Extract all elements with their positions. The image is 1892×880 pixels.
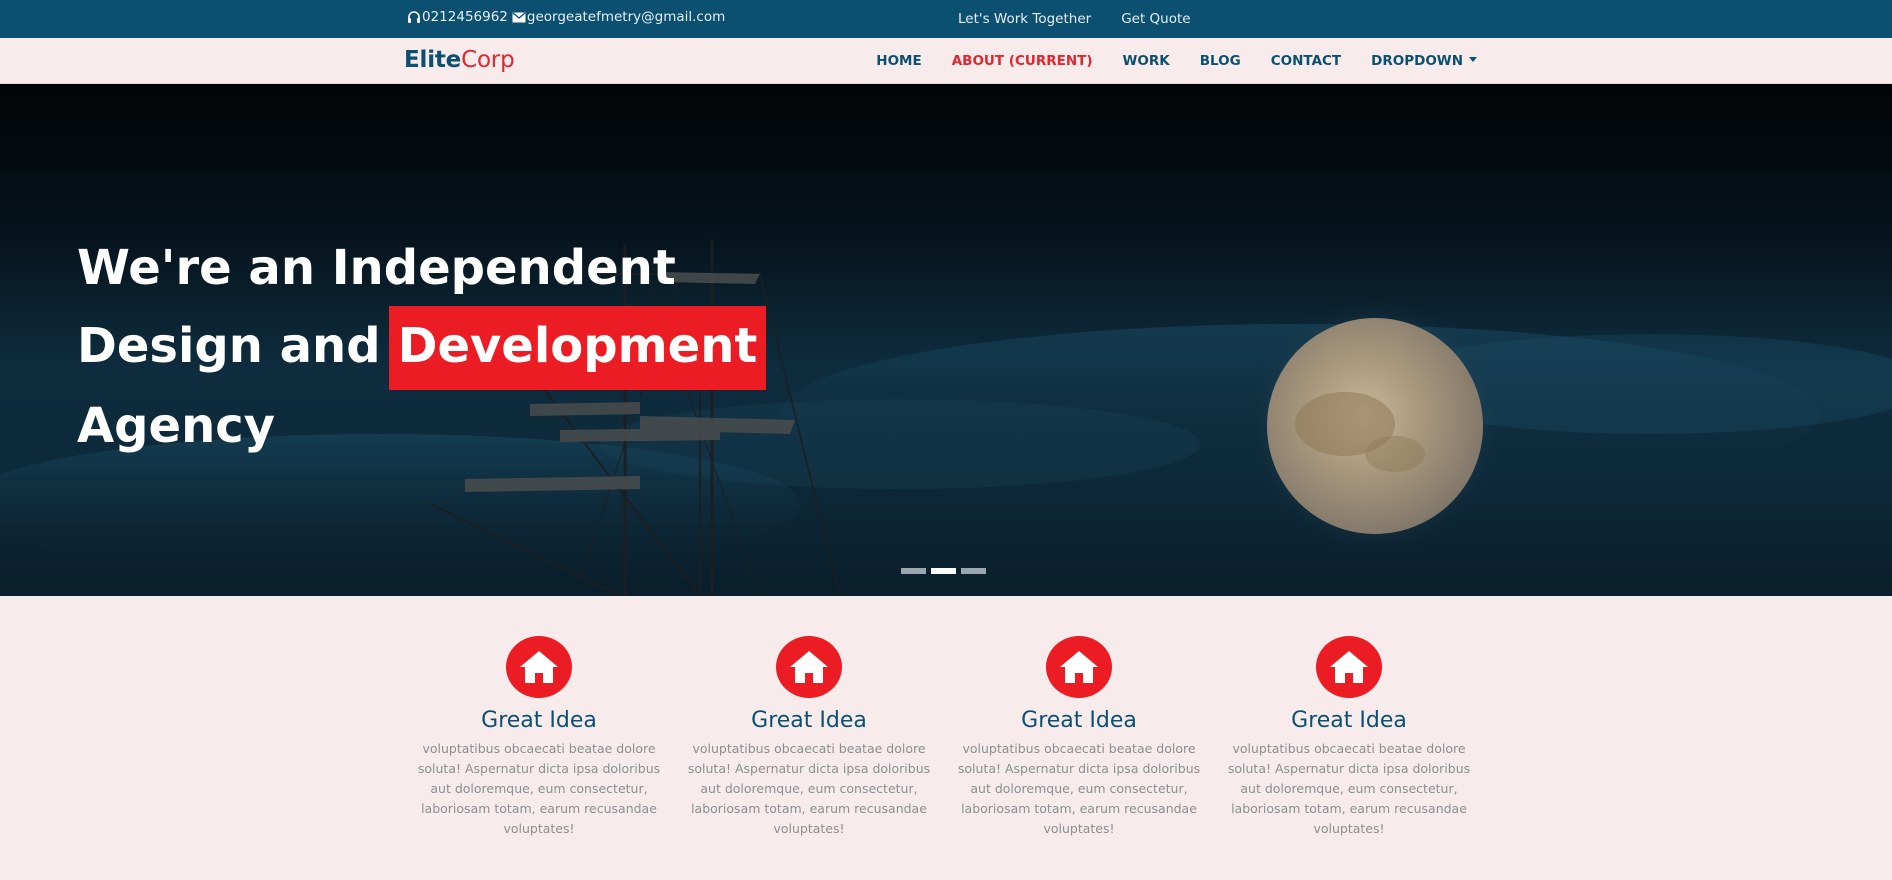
hero-line-1: We're an Independent [77,240,676,296]
carousel-indicator-1[interactable] [901,568,926,574]
feature-card: Great Idea voluptatibus obcaecati beatae… [1214,636,1484,839]
caret-down-icon [1469,56,1477,62]
feature-title: Great Idea [1021,708,1137,733]
nav-item-dropdown[interactable]: DROPDOWN [1371,53,1477,69]
features-row: Great Idea voluptatibus obcaecati beatae… [404,636,1484,839]
brand-part2: Corp [461,47,515,73]
feature-text: voluptatibus obcaecati beatae dolore sol… [1227,741,1471,836]
home-icon [1330,651,1368,683]
get-quote-link[interactable]: Get Quote [1121,11,1190,27]
nav-item-blog[interactable]: BLOG [1200,53,1241,69]
hero-highlight: Development [388,306,767,390]
hero-line-3: Agency [77,398,275,454]
navbar: EliteCorp HOME ABOUT (CURRENT) WORK BLOG… [0,38,1892,84]
feature-text: voluptatibus obcaecati beatae dolore sol… [687,741,931,836]
top-bar: 0212456962 georgeatefmetry@gmail.com Let… [0,0,1892,38]
nav-dropdown-label: DROPDOWN [1371,53,1463,69]
feature-title: Great Idea [481,708,597,733]
feature-icon-circle [1316,636,1382,698]
top-links: Let's Work Together Get Quote [958,11,1191,27]
feature-text: voluptatibus obcaecati beatae dolore sol… [417,741,661,836]
hero-line-2-prefix: Design and [77,318,381,374]
hero-heading: We're an Independent Design and Developme… [77,230,767,464]
feature-icon-circle [1046,636,1112,698]
lets-work-together-link[interactable]: Let's Work Together [958,11,1091,27]
feature-icon-circle [776,636,842,698]
hero-carousel: We're an Independent Design and Developme… [0,84,1892,596]
nav-item-contact[interactable]: CONTACT [1271,53,1341,69]
feature-card: Great Idea voluptatibus obcaecati beatae… [404,636,674,839]
headset-icon [408,10,420,23]
brand-logo[interactable]: EliteCorp [404,47,515,73]
feature-title: Great Idea [751,708,867,733]
envelope-icon [512,12,526,22]
nav-item-home[interactable]: HOME [876,53,921,69]
home-icon [1060,651,1098,683]
feature-title: Great Idea [1291,708,1407,733]
feature-text: voluptatibus obcaecati beatae dolore sol… [957,741,1201,836]
nav-item-about[interactable]: ABOUT (CURRENT) [952,53,1093,69]
feature-card: Great Idea voluptatibus obcaecati beatae… [674,636,944,839]
home-icon [790,651,828,683]
carousel-indicator-3[interactable] [961,568,986,574]
brand-part1: Elite [404,47,462,73]
home-icon [520,651,558,683]
nav-item-work[interactable]: WORK [1123,53,1170,69]
email-address: georgeatefmetry@gmail.com [526,9,726,25]
main-nav: HOME ABOUT (CURRENT) WORK BLOG CONTACT D… [876,53,1477,69]
phone-number: 0212456962 [422,9,508,25]
feature-card: Great Idea voluptatibus obcaecati beatae… [944,636,1214,839]
contact-info: 0212456962 georgeatefmetry@gmail.com [407,9,729,25]
carousel-indicator-2[interactable] [931,568,956,574]
hero-line-2: Design and Development [77,306,767,390]
carousel-indicators [901,568,986,574]
feature-icon-circle [506,636,572,698]
